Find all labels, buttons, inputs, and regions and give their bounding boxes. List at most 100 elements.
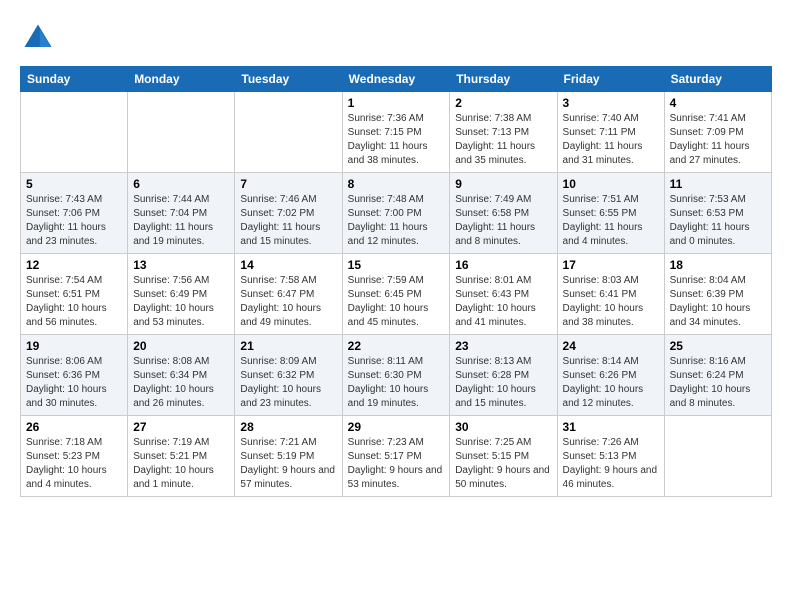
day-number: 14 — [240, 258, 336, 272]
day-info: Sunrise: 8:06 AM Sunset: 6:36 PM Dayligh… — [26, 355, 122, 411]
day-info: Sunrise: 7:53 AM Sunset: 6:53 PM Dayligh… — [670, 193, 766, 249]
day-info: Sunrise: 8:04 AM Sunset: 6:39 PM Dayligh… — [670, 274, 766, 330]
day-number: 16 — [455, 258, 551, 272]
calendar-week-1: 1Sunrise: 7:36 AM Sunset: 7:15 PM Daylig… — [21, 92, 772, 173]
page-header — [20, 20, 772, 56]
day-info: Sunrise: 8:09 AM Sunset: 6:32 PM Dayligh… — [240, 355, 336, 411]
calendar-cell: 11 Sunrise: 7:53 AM Sunset: 6:53 PM Dayli… — [664, 173, 771, 254]
calendar-cell: 28 Sunrise: 7:21 AM Sunset: 5:19 PM Dayli… — [235, 416, 342, 497]
day-info: Sunrise: 8:01 AM Sunset: 6:43 PM Dayligh… — [455, 274, 551, 330]
day-info: Sunrise: 7:43 AM Sunset: 7:06 PM Dayligh… — [26, 193, 122, 249]
day-info: Sunrise: 8:03 AM Sunset: 6:41 PM Dayligh… — [563, 274, 659, 330]
day-number: 21 — [240, 339, 336, 353]
calendar-cell: 26 Sunrise: 7:18 AM Sunset: 5:23 PM Dayli… — [21, 416, 128, 497]
day-number: 6 — [133, 177, 229, 191]
header-tuesday: Tuesday — [235, 67, 342, 92]
day-number: 30 — [455, 420, 551, 434]
calendar-cell: 30 Sunrise: 7:25 AM Sunset: 5:15 PM Dayli… — [450, 416, 557, 497]
calendar-cell: 1Sunrise: 7:36 AM Sunset: 7:15 PM Daylig… — [342, 92, 450, 173]
calendar-week-4: 19Sunrise: 8:06 AM Sunset: 6:36 PM Dayli… — [21, 335, 772, 416]
calendar-cell: 22Sunrise: 8:11 AM Sunset: 6:30 PM Dayli… — [342, 335, 450, 416]
day-info: Sunrise: 8:11 AM Sunset: 6:30 PM Dayligh… — [348, 355, 445, 411]
header-wednesday: Wednesday — [342, 67, 450, 92]
day-number: 13 — [133, 258, 229, 272]
header-saturday: Saturday — [664, 67, 771, 92]
day-info: Sunrise: 7:25 AM Sunset: 5:15 PM Dayligh… — [455, 436, 551, 492]
day-number: 27 — [133, 420, 229, 434]
calendar-cell: 7Sunrise: 7:46 AM Sunset: 7:02 PM Daylig… — [235, 173, 342, 254]
day-number: 11 — [670, 177, 766, 191]
calendar-cell: 21 Sunrise: 8:09 AM Sunset: 6:32 PM Dayli… — [235, 335, 342, 416]
calendar-cell — [128, 92, 235, 173]
logo — [20, 20, 60, 56]
calendar-cell: 31 Sunrise: 7:26 AM Sunset: 5:13 PM Dayli… — [557, 416, 664, 497]
day-info: Sunrise: 8:16 AM Sunset: 6:24 PM Dayligh… — [670, 355, 766, 411]
day-number: 23 — [455, 339, 551, 353]
calendar-week-5: 26 Sunrise: 7:18 AM Sunset: 5:23 PM Dayli… — [21, 416, 772, 497]
day-number: 20 — [133, 339, 229, 353]
calendar-cell — [235, 92, 342, 173]
calendar-cell: 13Sunrise: 7:56 AM Sunset: 6:49 PM Dayli… — [128, 254, 235, 335]
calendar-cell: 18 Sunrise: 8:04 AM Sunset: 6:39 PM Dayli… — [664, 254, 771, 335]
header-monday: Monday — [128, 67, 235, 92]
day-number: 28 — [240, 420, 336, 434]
day-number: 10 — [563, 177, 659, 191]
day-info: Sunrise: 7:54 AM Sunset: 6:51 PM Dayligh… — [26, 274, 122, 330]
calendar-cell: 10Sunrise: 7:51 AM Sunset: 6:55 PM Dayli… — [557, 173, 664, 254]
day-info: Sunrise: 8:14 AM Sunset: 6:26 PM Dayligh… — [563, 355, 659, 411]
calendar-cell: 5 Sunrise: 7:43 AM Sunset: 7:06 PM Daylig… — [21, 173, 128, 254]
calendar-cell: 9Sunrise: 7:49 AM Sunset: 6:58 PM Daylig… — [450, 173, 557, 254]
calendar-cell: 4 Sunrise: 7:41 AM Sunset: 7:09 PM Daylig… — [664, 92, 771, 173]
calendar-cell: 27 Sunrise: 7:19 AM Sunset: 5:21 PM Dayli… — [128, 416, 235, 497]
day-info: Sunrise: 7:46 AM Sunset: 7:02 PM Dayligh… — [240, 193, 336, 249]
day-number: 17 — [563, 258, 659, 272]
calendar-cell: 17 Sunrise: 8:03 AM Sunset: 6:41 PM Dayli… — [557, 254, 664, 335]
day-number: 5 — [26, 177, 122, 191]
header-sunday: Sunday — [21, 67, 128, 92]
day-info: Sunrise: 8:13 AM Sunset: 6:28 PM Dayligh… — [455, 355, 551, 411]
day-info: Sunrise: 7:26 AM Sunset: 5:13 PM Dayligh… — [563, 436, 659, 492]
calendar-table: SundayMondayTuesdayWednesdayThursdayFrid… — [20, 66, 772, 497]
calendar-header: SundayMondayTuesdayWednesdayThursdayFrid… — [21, 67, 772, 92]
calendar-cell: 2Sunrise: 7:38 AM Sunset: 7:13 PM Daylig… — [450, 92, 557, 173]
day-info: Sunrise: 7:58 AM Sunset: 6:47 PM Dayligh… — [240, 274, 336, 330]
calendar-cell: 20 Sunrise: 8:08 AM Sunset: 6:34 PM Dayli… — [128, 335, 235, 416]
day-info: Sunrise: 7:18 AM Sunset: 5:23 PM Dayligh… — [26, 436, 122, 492]
calendar-cell: 16 Sunrise: 8:01 AM Sunset: 6:43 PM Dayli… — [450, 254, 557, 335]
calendar-cell: 25 Sunrise: 8:16 AM Sunset: 6:24 PM Dayli… — [664, 335, 771, 416]
day-info: Sunrise: 7:40 AM Sunset: 7:11 PM Dayligh… — [563, 112, 659, 168]
calendar-week-3: 12Sunrise: 7:54 AM Sunset: 6:51 PM Dayli… — [21, 254, 772, 335]
day-number: 24 — [563, 339, 659, 353]
day-number: 26 — [26, 420, 122, 434]
day-info: Sunrise: 8:08 AM Sunset: 6:34 PM Dayligh… — [133, 355, 229, 411]
day-info: Sunrise: 7:44 AM Sunset: 7:04 PM Dayligh… — [133, 193, 229, 249]
day-number: 31 — [563, 420, 659, 434]
calendar-cell: 14 Sunrise: 7:58 AM Sunset: 6:47 PM Dayli… — [235, 254, 342, 335]
calendar-cell: 6 Sunrise: 7:44 AM Sunset: 7:04 PM Daylig… — [128, 173, 235, 254]
day-info: Sunrise: 7:36 AM Sunset: 7:15 PM Dayligh… — [348, 112, 445, 168]
calendar-cell: 19Sunrise: 8:06 AM Sunset: 6:36 PM Dayli… — [21, 335, 128, 416]
day-number: 4 — [670, 96, 766, 110]
header-friday: Friday — [557, 67, 664, 92]
day-number: 18 — [670, 258, 766, 272]
day-info: Sunrise: 7:41 AM Sunset: 7:09 PM Dayligh… — [670, 112, 766, 168]
calendar-cell: 12Sunrise: 7:54 AM Sunset: 6:51 PM Dayli… — [21, 254, 128, 335]
day-info: Sunrise: 7:48 AM Sunset: 7:00 PM Dayligh… — [348, 193, 445, 249]
calendar-cell: 3Sunrise: 7:40 AM Sunset: 7:11 PM Daylig… — [557, 92, 664, 173]
day-number: 9 — [455, 177, 551, 191]
day-number: 15 — [348, 258, 445, 272]
calendar-week-2: 5 Sunrise: 7:43 AM Sunset: 7:06 PM Daylig… — [21, 173, 772, 254]
header-thursday: Thursday — [450, 67, 557, 92]
calendar-cell: 23 Sunrise: 8:13 AM Sunset: 6:28 PM Dayli… — [450, 335, 557, 416]
day-number: 29 — [348, 420, 445, 434]
day-number: 2 — [455, 96, 551, 110]
calendar-cell — [664, 416, 771, 497]
day-info: Sunrise: 7:21 AM Sunset: 5:19 PM Dayligh… — [240, 436, 336, 492]
day-number: 25 — [670, 339, 766, 353]
calendar-cell: 24 Sunrise: 8:14 AM Sunset: 6:26 PM Dayli… — [557, 335, 664, 416]
calendar-cell — [21, 92, 128, 173]
calendar-cell: 29 Sunrise: 7:23 AM Sunset: 5:17 PM Dayli… — [342, 416, 450, 497]
day-info: Sunrise: 7:19 AM Sunset: 5:21 PM Dayligh… — [133, 436, 229, 492]
logo-icon — [20, 20, 56, 56]
day-info: Sunrise: 7:23 AM Sunset: 5:17 PM Dayligh… — [348, 436, 445, 492]
